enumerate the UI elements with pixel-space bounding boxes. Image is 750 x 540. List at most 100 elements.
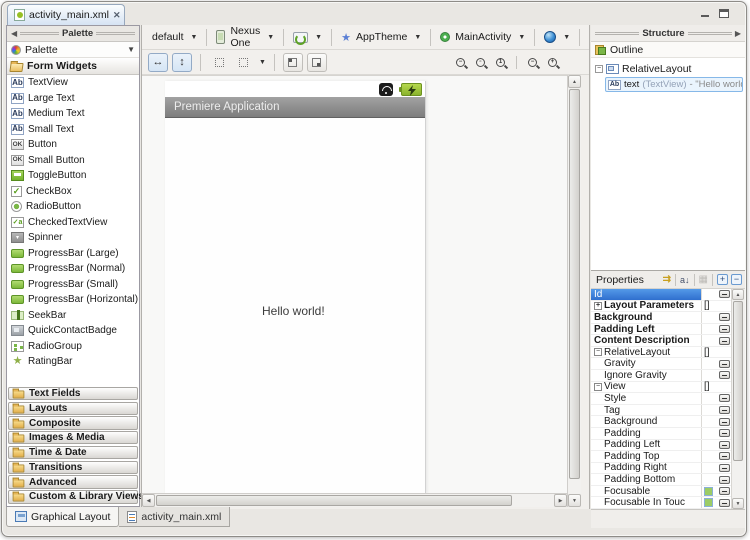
property-value[interactable] (701, 416, 717, 427)
property-value[interactable] (701, 370, 717, 381)
maximize-view-icon[interactable] (717, 7, 730, 18)
property-value[interactable] (701, 393, 717, 404)
property-row[interactable]: Content Description (591, 335, 731, 347)
property-row[interactable]: Background (591, 312, 731, 324)
device-screen-preview[interactable]: Premiere Application Hello world! (165, 81, 426, 494)
property-row[interactable]: Padding Right (591, 463, 731, 475)
property-value[interactable]: [] (701, 301, 717, 312)
palette-item[interactable]: ✓a CheckedTextView (7, 215, 139, 231)
property-reset-button[interactable] (719, 429, 730, 437)
property-row[interactable]: −View [] (591, 382, 731, 394)
property-row[interactable]: Padding Top (591, 451, 731, 463)
show-margins-button[interactable] (233, 53, 253, 72)
fill-height-button[interactable]: ↕ (172, 53, 192, 72)
canvas-horizontal-scrollbar[interactable]: ◀ ▶ (142, 493, 567, 507)
palette-header[interactable]: Palette ▼ (7, 42, 139, 58)
wrap-content-height-button[interactable] (307, 53, 327, 72)
property-reset-button[interactable] (719, 487, 730, 495)
collapse-all-icon[interactable]: − (731, 274, 742, 285)
locale-globe-icon[interactable] (544, 31, 556, 43)
device-select[interactable]: Nexus One (230, 25, 260, 49)
tree-node-relativelayout[interactable]: − RelativeLayout (591, 61, 745, 76)
property-row[interactable]: Style (591, 393, 731, 405)
chevron-down-icon[interactable]: ▼ (259, 59, 266, 66)
properties-scrollbar[interactable]: ▲ ▼ (732, 289, 745, 509)
hello-world-textview[interactable]: Hello world! (262, 304, 325, 318)
property-row[interactable]: Gravity (591, 358, 731, 370)
layout-canvas[interactable]: Premiere Application Hello world! (142, 75, 567, 493)
property-reset-button[interactable] (719, 394, 730, 402)
fill-width-button[interactable]: ↔ (148, 53, 168, 72)
palette-item[interactable]: ProgressBar (Small) (7, 277, 139, 293)
properties-scroll-thumb[interactable] (733, 301, 743, 461)
property-value[interactable] (701, 497, 717, 508)
property-value[interactable] (701, 289, 717, 300)
property-reset-button[interactable] (719, 360, 730, 368)
tree-node-textview-selected[interactable]: Ab text (TextView) - "Hello world!" (605, 77, 743, 92)
scroll-down-icon[interactable]: ▼ (568, 494, 581, 507)
property-value[interactable] (701, 335, 717, 346)
property-reset-button[interactable] (719, 418, 730, 426)
property-value[interactable] (701, 440, 717, 451)
chevron-down-icon[interactable]: ▼ (414, 34, 421, 41)
chevron-down-icon[interactable]: ▼ (518, 34, 525, 41)
palette-item[interactable]: ProgressBar (Large) (7, 246, 139, 262)
property-row[interactable]: −RelativeLayout [] (591, 347, 731, 359)
property-reset-button[interactable] (719, 371, 730, 379)
property-reset-button[interactable] (719, 313, 730, 321)
minimize-view-icon[interactable] (698, 7, 711, 18)
show-advanced-properties-icon[interactable]: ⇉ (663, 274, 671, 285)
orientation-icon[interactable] (293, 32, 308, 43)
view-menu-icon[interactable]: ▶ (735, 29, 741, 38)
palette-category[interactable]: Layouts (8, 402, 138, 415)
chevron-down-icon[interactable]: ▼ (191, 34, 198, 41)
property-reset-button[interactable] (719, 464, 730, 472)
scroll-right-icon[interactable]: ▶ (554, 494, 567, 507)
property-row[interactable]: Padding Bottom (591, 474, 731, 486)
collapse-left-icon[interactable]: ◀ (11, 29, 17, 38)
property-reset-button[interactable] (719, 452, 730, 460)
chevron-down-icon[interactable]: ▼ (267, 34, 274, 41)
expand-all-icon[interactable]: + (717, 274, 728, 285)
property-value[interactable] (701, 428, 717, 439)
palette-item[interactable]: ★ RatingBar (7, 354, 139, 370)
configuration-select[interactable]: default (152, 31, 184, 43)
property-value[interactable] (701, 474, 717, 485)
property-row[interactable]: Focusable In Touc (591, 497, 731, 509)
property-value[interactable] (701, 312, 717, 323)
zoom-100-icon[interactable]: 1 (492, 54, 509, 71)
property-row[interactable]: Padding (591, 428, 731, 440)
palette-category[interactable]: Advanced (8, 475, 138, 488)
property-value[interactable]: [] (701, 347, 717, 358)
palette-item[interactable]: ProgressBar (Normal) (7, 261, 139, 277)
property-value[interactable] (701, 463, 717, 474)
scroll-up-icon[interactable]: ▲ (568, 75, 581, 88)
chevron-down-icon[interactable]: ▼ (315, 34, 322, 41)
palette-item[interactable]: Ab TextView (7, 75, 139, 91)
wrap-content-width-button[interactable] (283, 53, 303, 72)
palette-item[interactable]: OK Small Button (7, 153, 139, 169)
palette-item[interactable]: QuickContactBadge (7, 323, 139, 339)
tab-graphical-layout[interactable]: Graphical Layout (6, 507, 119, 527)
snap-to-grid-button[interactable] (209, 53, 229, 72)
zoom-in-icon[interactable]: + (544, 54, 561, 71)
scroll-left-icon[interactable]: ◀ (142, 494, 155, 507)
palette-item[interactable]: RadioButton (7, 199, 139, 215)
property-reset-button[interactable] (719, 476, 730, 484)
property-row[interactable]: Tag (591, 405, 731, 417)
palette-item[interactable]: ToggleButton (7, 168, 139, 184)
sort-alphabetically-icon[interactable]: a↓ (680, 275, 690, 285)
property-reset-button[interactable] (719, 325, 730, 333)
property-reset-button[interactable] (719, 441, 730, 449)
vertical-scroll-thumb[interactable] (569, 89, 580, 479)
activity-select[interactable]: MainActivity (455, 31, 511, 43)
property-reset-button[interactable] (719, 499, 730, 507)
editor-tab-activity-main[interactable]: activity_main.xml ✕ (7, 4, 125, 25)
palette-category[interactable]: Transitions (8, 461, 138, 474)
canvas-vertical-scrollbar[interactable]: ▲ ▼ (567, 75, 581, 507)
palette-item[interactable]: OK Button (7, 137, 139, 153)
property-reset-button[interactable] (719, 337, 730, 345)
close-icon[interactable]: ✕ (113, 10, 121, 21)
palette-item[interactable]: SeekBar (7, 308, 139, 324)
green-checkbox[interactable] (704, 498, 713, 507)
